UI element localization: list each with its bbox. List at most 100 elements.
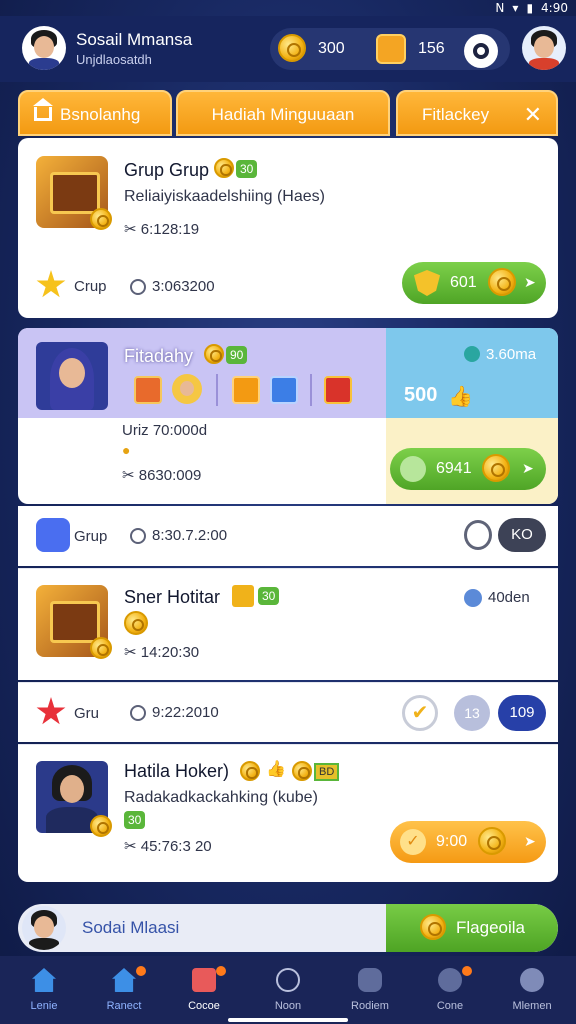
timer-icon[interactable] [464, 520, 492, 550]
quest-card[interactable]: Sner Hotitar 30 ✂ 14:20:30 40den [18, 568, 558, 680]
group-row-label: Grup [74, 528, 108, 545]
player-level-badge: 30 [124, 811, 146, 829]
coins-stack-icon [232, 585, 254, 607]
nav-item-chat[interactable]: Rodiem [330, 956, 410, 1024]
card-subtitle: Reliaiyiskaadelshiing (Haes) [124, 188, 325, 205]
tab-weekly-gifts-label: Hadiah Minguuaan [211, 105, 355, 124]
event-line: Uriz 70:000d [122, 422, 208, 439]
home-icon [112, 968, 136, 992]
group-row-time: 9:22:2010 [152, 704, 219, 721]
event-card[interactable]: Fitadahy 90 3.60ma 500 👍 Uriz 70:000d ● … [18, 328, 558, 504]
coin-icon [478, 827, 506, 855]
nav-item-profile[interactable]: Mlemen [492, 956, 572, 1024]
profile-name: Sodai Mlaasi [82, 918, 180, 937]
coin-icon [488, 268, 516, 296]
count-button[interactable]: 109 [498, 695, 546, 731]
tab-home[interactable]: Bsnolanhg [18, 90, 172, 136]
event-title: Fitadahy [124, 346, 194, 366]
coin-icon [420, 914, 446, 940]
clock-icon [130, 528, 146, 544]
settings-button[interactable] [464, 34, 498, 68]
event-time: ✂ 8630:009 [122, 467, 202, 484]
arrow-right-icon: ➤ [524, 833, 536, 849]
check-icon [400, 456, 426, 482]
user-avatar[interactable] [22, 26, 66, 70]
player-action-button[interactable]: ✓ 9:00 ➤ [390, 821, 546, 863]
tab-filter-label: Fitlackey [422, 105, 490, 124]
player-time-value: 45:76:3 20 [140, 838, 212, 855]
coin-icon [278, 34, 306, 62]
tab-weekly-gifts[interactable]: Hadiah Minguuaan [176, 90, 390, 136]
nav-item-recent[interactable]: Ranect [84, 956, 164, 1024]
coin-icon [214, 158, 234, 178]
event-right-value: 3.60ma [486, 346, 537, 363]
gift-box-icon [324, 376, 352, 404]
coin-icon [204, 344, 224, 364]
action-button[interactable]: Flageoila [386, 904, 558, 952]
claim-button[interactable]: 601 ➤ [402, 262, 546, 304]
quest-title: Sner Hotitar [124, 587, 221, 607]
level-badge: 30 [236, 160, 258, 178]
user-portrait [36, 342, 108, 410]
clock-icon [130, 705, 146, 721]
check-button[interactable]: ✔ [402, 695, 438, 731]
player-badge: BD [314, 763, 340, 781]
event-claim-button[interactable]: 6941 ➤ [390, 448, 546, 490]
event-badge: 90 [226, 346, 248, 364]
coin-icon [90, 815, 112, 837]
profile-bar[interactable]: Sodai Mlaasi Flageoila [18, 904, 558, 952]
tab-home-label: Bsnolanhg [60, 105, 141, 124]
group-row[interactable]: Grup 8:30.7.2:00 KO [18, 506, 558, 566]
close-icon[interactable]: ✕ [524, 92, 542, 138]
gift-box-icon [232, 376, 260, 404]
signal-icon: N [495, 1, 505, 15]
notification-dot [216, 966, 226, 976]
reward-card[interactable]: Grup Grup 30 Reliaiyiskaadelshiing (Haes… [18, 138, 558, 318]
coin-small-icon: ● [122, 442, 131, 458]
nav-item-gifts[interactable]: Cocoe [164, 956, 244, 1024]
group-label: Crup [74, 278, 107, 295]
clock-time: 4:90 [541, 1, 568, 15]
quest-time-value: 14:20:30 [140, 644, 200, 661]
card-title: Grup Grup [124, 160, 210, 180]
coin-icon [90, 637, 112, 659]
clock-icon [130, 279, 146, 295]
event-claim-value: 6941 [436, 460, 472, 477]
shield-icon [414, 270, 440, 296]
player-card[interactable]: Hatila Hoker) 👍 BD Radakadkackahking (ku… [18, 744, 558, 882]
claim-value: 601 [450, 274, 477, 291]
clock-icon [464, 589, 482, 607]
gift-icon [376, 34, 406, 64]
player-title: Hatila Hoker) [124, 761, 230, 781]
profile-avatar[interactable] [22, 906, 66, 950]
count-pill[interactable]: 13 [454, 695, 490, 731]
nav-label: Cocoe [188, 1000, 220, 1012]
check-icon: ✓ [400, 829, 426, 855]
footer-time: 3:063200 [152, 278, 215, 295]
profile-icon [520, 968, 544, 992]
coin-icon [124, 611, 148, 635]
gift-count: 156 [418, 40, 445, 57]
status-bar: N ▾ ▮ 4:90 [0, 0, 576, 16]
nav-label: Mlemen [512, 1000, 552, 1012]
tab-filter[interactable]: Fitlackey ✕ [396, 90, 558, 136]
coin-icon [482, 454, 510, 482]
globe-icon [464, 346, 480, 362]
user-name: Sosail Mmansa [76, 30, 193, 49]
event-time-value: 8630:009 [138, 467, 202, 484]
card-time-value: 6:128:19 [140, 221, 200, 238]
nav-item-home[interactable]: Lenie [4, 956, 84, 1024]
nav-item-group[interactable]: Cone [410, 956, 490, 1024]
battery-icon: ▮ [526, 1, 534, 15]
friend-avatar[interactable] [522, 26, 566, 70]
chat-icon [358, 968, 382, 992]
quest-time: ✂ 14:20:30 [124, 644, 200, 661]
group-row[interactable]: Gru 9:22:2010 ✔ 13 109 [18, 682, 558, 742]
coin-icon [292, 761, 312, 781]
arrow-right-icon: ➤ [522, 460, 534, 476]
nav-item-noon[interactable]: Noon [248, 956, 328, 1024]
ko-button[interactable]: KO [498, 518, 546, 552]
coin-icon [90, 208, 112, 230]
player-subtitle: Radakadkackahking (kube) [124, 789, 318, 806]
group-icon [438, 968, 462, 992]
